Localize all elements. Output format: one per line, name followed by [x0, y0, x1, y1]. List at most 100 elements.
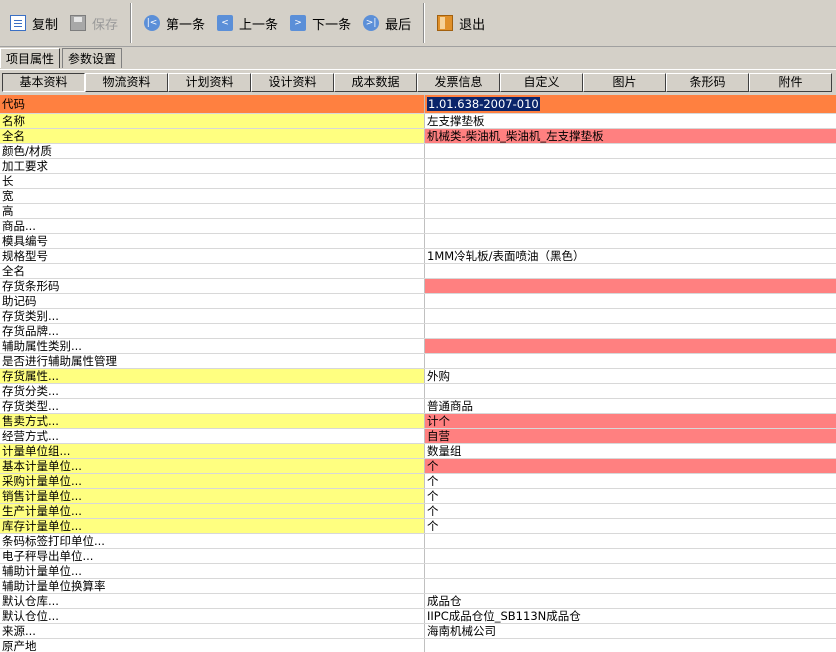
first-record-button[interactable]: |< 第一条 [138, 8, 211, 38]
table-row[interactable]: 辅助属性类别... [0, 339, 836, 354]
tab-project-properties[interactable]: 项目属性 [0, 48, 61, 68]
tab-invoice-info[interactable]: 发票信息 [417, 73, 500, 92]
property-value[interactable] [425, 339, 836, 353]
tab-basic-info[interactable]: 基本资料 [2, 73, 85, 92]
property-value[interactable] [425, 264, 836, 278]
next-record-button[interactable]: > 下一条 [284, 8, 357, 38]
save-button[interactable]: 保存 [64, 8, 124, 38]
table-row[interactable]: 全名 机械类-柴油机_柴油机_左支撑垫板 [0, 129, 836, 144]
property-value[interactable] [425, 564, 836, 578]
code-value-field[interactable]: 1.01.638-2007-010 [425, 95, 836, 113]
property-value[interactable]: 个 [425, 459, 836, 473]
table-row[interactable]: 加工要求 [0, 159, 836, 174]
table-row[interactable]: 颜色/材质 [0, 144, 836, 159]
table-row[interactable]: 是否进行辅助属性管理 [0, 354, 836, 369]
property-value[interactable]: 普通商品 [425, 399, 836, 413]
tab-attachments[interactable]: 附件 [749, 73, 832, 92]
table-row[interactable]: 来源... 海南机械公司 [0, 624, 836, 639]
table-row[interactable]: 模具编号 [0, 234, 836, 249]
exit-button[interactable]: 退出 [431, 8, 491, 38]
tab-cost-data[interactable]: 成本数据 [334, 73, 417, 92]
tab-barcode[interactable]: 条形码 [666, 73, 749, 92]
table-row[interactable]: 规格型号 1MM冷轧板/表面喷油（黑色） [0, 249, 836, 264]
tab-images[interactable]: 图片 [583, 73, 666, 92]
property-value[interactable] [425, 639, 836, 652]
property-value[interactable] [425, 159, 836, 173]
table-row[interactable]: 销售计量单位... 个 [0, 489, 836, 504]
table-row[interactable]: 长 [0, 174, 836, 189]
tab-planning[interactable]: 计划资料 [168, 73, 251, 92]
last-record-button[interactable]: >| 最后 [357, 8, 417, 38]
table-row[interactable]: 名称 左支撑垫板 [0, 114, 836, 129]
table-row[interactable]: 高 [0, 204, 836, 219]
table-row[interactable]: 基本计量单位... 个 [0, 459, 836, 474]
property-value[interactable] [425, 384, 836, 398]
property-value[interactable]: 个 [425, 504, 836, 518]
table-row[interactable]: 售卖方式... 计个 [0, 414, 836, 429]
table-row[interactable]: 电子秤导出单位... [0, 549, 836, 564]
table-row[interactable]: 宽 [0, 189, 836, 204]
property-value[interactable] [425, 204, 836, 218]
property-value[interactable]: 个 [425, 474, 836, 488]
property-value[interactable] [425, 579, 836, 593]
property-value[interactable]: 个 [425, 489, 836, 503]
property-value[interactable]: 计个 [425, 414, 836, 428]
property-value[interactable] [425, 549, 836, 563]
property-value[interactable] [425, 534, 836, 548]
tab-parameter-settings[interactable]: 参数设置 [62, 48, 123, 68]
table-row[interactable]: 经营方式... 自营 [0, 429, 836, 444]
property-value[interactable]: 自营 [425, 429, 836, 443]
property-value[interactable]: 左支撑垫板 [425, 114, 836, 128]
property-value[interactable] [425, 219, 836, 233]
property-value[interactable] [425, 279, 836, 293]
table-row[interactable]: 库存计量单位... 个 [0, 519, 836, 534]
property-value[interactable] [425, 354, 836, 368]
table-row[interactable]: 存货类别... [0, 309, 836, 324]
property-value[interactable]: 数量组 [425, 444, 836, 458]
property-label: 长 [0, 174, 425, 188]
grid-header-row[interactable]: 代码 1.01.638-2007-010 [0, 95, 836, 114]
table-row[interactable]: 采购计量单位... 个 [0, 474, 836, 489]
table-row[interactable]: 默认仓位... IIPC成品仓位_SB113N成品仓 [0, 609, 836, 624]
table-row[interactable]: 存货属性... 外购 [0, 369, 836, 384]
copy-button[interactable]: 复制 [4, 8, 64, 38]
table-row[interactable]: 存货品牌... [0, 324, 836, 339]
property-label: 电子秤导出单位... [0, 549, 425, 563]
property-value[interactable]: 成品仓 [425, 594, 836, 608]
property-value[interactable] [425, 144, 836, 158]
property-value[interactable] [425, 294, 836, 308]
table-row[interactable]: 生产计量单位... 个 [0, 504, 836, 519]
property-value[interactable] [425, 309, 836, 323]
property-label: 存货类别... [0, 309, 425, 323]
table-row[interactable]: 存货条形码 [0, 279, 836, 294]
property-grid: 代码 1.01.638-2007-010 名称 左支撑垫板 全名 机械类-柴油机_柴油… [0, 95, 836, 652]
table-row[interactable]: 条码标签打印单位... [0, 534, 836, 549]
property-value[interactable] [425, 174, 836, 188]
table-row[interactable]: 存货分类... [0, 384, 836, 399]
table-row[interactable]: 辅助计量单位换算率 [0, 579, 836, 594]
property-value[interactable]: IIPC成品仓位_SB113N成品仓 [425, 609, 836, 623]
property-value[interactable] [425, 324, 836, 338]
table-row[interactable]: 存货类型... 普通商品 [0, 399, 836, 414]
tab-design[interactable]: 设计资料 [251, 73, 334, 92]
property-value[interactable]: 海南机械公司 [425, 624, 836, 638]
property-value[interactable] [425, 234, 836, 248]
table-row[interactable]: 辅助计量单位... [0, 564, 836, 579]
property-label: 基本计量单位... [0, 459, 425, 473]
property-label: 辅助计量单位... [0, 564, 425, 578]
table-row[interactable]: 计量单位组... 数量组 [0, 444, 836, 459]
prev-record-button[interactable]: < 上一条 [211, 8, 284, 38]
table-row[interactable]: 全名 [0, 264, 836, 279]
property-value[interactable]: 1MM冷轧板/表面喷油（黑色） [425, 249, 836, 263]
property-value[interactable]: 个 [425, 519, 836, 533]
property-value[interactable] [425, 189, 836, 203]
table-row[interactable]: 助记码 [0, 294, 836, 309]
property-value[interactable]: 机械类-柴油机_柴油机_左支撑垫板 [425, 129, 836, 143]
table-row[interactable]: 商品... [0, 219, 836, 234]
next-label: 下一条 [312, 17, 352, 33]
table-row[interactable]: 原产地 [0, 639, 836, 652]
property-value[interactable]: 外购 [425, 369, 836, 383]
tab-logistics[interactable]: 物流资料 [85, 73, 168, 92]
table-row[interactable]: 默认仓库... 成品仓 [0, 594, 836, 609]
tab-custom[interactable]: 自定义 [500, 73, 583, 92]
